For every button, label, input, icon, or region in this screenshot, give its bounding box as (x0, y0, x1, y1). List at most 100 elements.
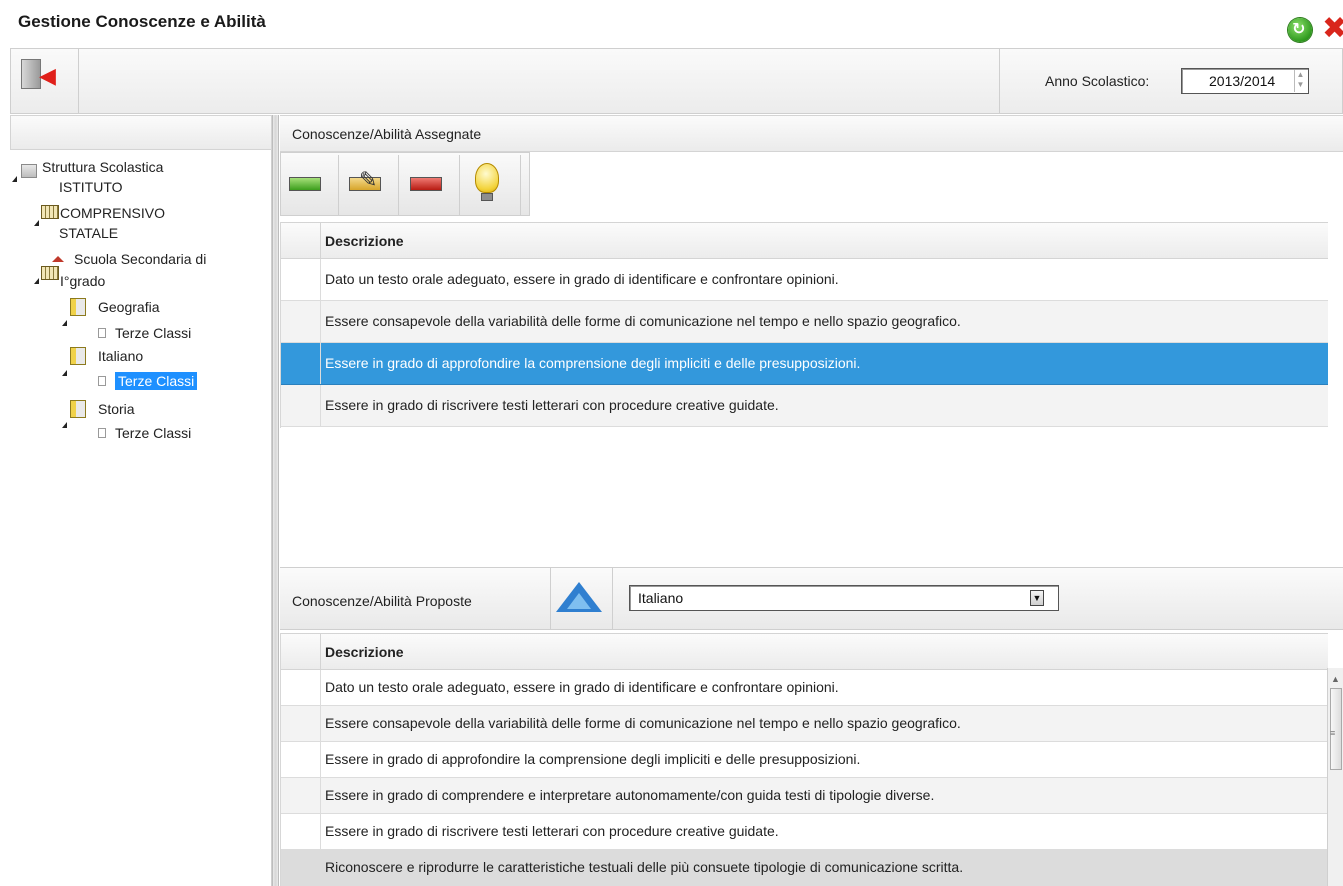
table-row-hover[interactable]: Riconoscere e riprodurre le caratteristi… (281, 850, 1328, 886)
row-selector[interactable] (281, 814, 321, 849)
panel-splitter[interactable] (272, 115, 279, 886)
row-selector[interactable] (281, 259, 321, 300)
table-row[interactable]: Essere in grado di riscrivere testi lett… (281, 814, 1328, 850)
year-label: Anno Scolastico: (1045, 73, 1150, 89)
assigned-header: Conoscenze/Abilità Assegnate (280, 115, 1343, 152)
table-row[interactable]: Essere consapevole della variabilità del… (281, 301, 1328, 343)
school-roof-icon (52, 256, 64, 262)
window-title: Gestione Conoscenze e Abilità (18, 12, 266, 31)
assigned-actions: ✎ (280, 152, 530, 216)
column-descrizione[interactable]: Descrizione (325, 644, 404, 660)
tree-node-subject-geografia[interactable]: Geografia (98, 298, 159, 316)
tree-node-school-line2[interactable]: I°grado (60, 272, 105, 290)
pencil-icon: ✎ (359, 167, 378, 192)
expand-icon[interactable] (12, 176, 17, 182)
table-row[interactable]: Essere in grado di riscrivere testi lett… (281, 385, 1328, 427)
proposed-scrollbar[interactable]: ▲ ≡ (1327, 668, 1343, 886)
tree-node-school-line1[interactable]: Scuola Secondaria di (74, 250, 206, 268)
expand-icon[interactable] (62, 320, 67, 326)
close-icon[interactable]: ✖ (1322, 14, 1343, 44)
scroll-up-icon[interactable]: ▲ (1331, 674, 1340, 684)
add-row-button[interactable] (281, 155, 339, 215)
table-row[interactable]: Essere consapevole della variabilità del… (281, 706, 1328, 742)
add-row-icon (289, 177, 321, 191)
lightbulb-base (481, 193, 493, 201)
proposed-toolbar: Conoscenze/Abilità Proposte Italiano ▼ (280, 567, 1343, 630)
subject-book-icon (70, 298, 86, 316)
toolbar-divider (550, 568, 551, 630)
table-row[interactable]: Essere in grado di comprendere e interpr… (281, 778, 1328, 814)
expand-icon[interactable] (62, 422, 67, 428)
table-row[interactable]: Dato un testo orale adeguato, essere in … (281, 670, 1328, 706)
expand-icon[interactable] (62, 370, 67, 376)
row-selector[interactable] (281, 778, 321, 813)
subject-book-icon (70, 347, 86, 365)
suggest-button[interactable] (463, 155, 521, 215)
year-value: 2013/2014 (1209, 73, 1276, 89)
proposed-grid-header: Descrizione (281, 633, 1328, 670)
subject-select[interactable]: Italiano ▼ (629, 585, 1059, 611)
exit-arrow-icon: ◀ (39, 63, 56, 88)
chevron-down-icon[interactable]: ▼ (1030, 590, 1044, 606)
grip-icon: ≡ (1330, 728, 1336, 738)
edit-row-button[interactable]: ✎ (341, 155, 399, 215)
tree-node-institute-line1[interactable]: ISTITUTO (59, 178, 123, 196)
exit-button[interactable]: ◀ (11, 49, 79, 113)
subject-book-icon (70, 400, 86, 418)
assigned-grid-header: Descrizione (281, 222, 1328, 259)
row-description: Essere consapevole della variabilità del… (325, 715, 961, 731)
row-selector[interactable] (281, 343, 321, 384)
expand-icon[interactable] (34, 220, 39, 226)
delete-row-icon (410, 177, 442, 191)
tree-node-subject-italiano[interactable]: Italiano (98, 347, 143, 365)
toolbar-divider (999, 49, 1000, 113)
school-structure-icon (21, 164, 37, 178)
tree-node-institute-line3[interactable]: STATALE (59, 224, 118, 242)
row-description: Essere in grado di approfondire la compr… (325, 751, 861, 767)
row-header-cell (281, 634, 321, 669)
table-row[interactable]: Dato un testo orale adeguato, essere in … (281, 259, 1328, 301)
row-selector[interactable] (281, 385, 321, 426)
school-icon (41, 266, 59, 280)
tree-node-class[interactable]: Terze Classi (115, 424, 191, 442)
tree-node-class-selected[interactable]: Terze Classi (115, 372, 198, 390)
tree-node-root[interactable]: Struttura Scolastica (42, 158, 163, 176)
row-selector[interactable] (281, 301, 321, 342)
tree-node-institute-line2[interactable]: COMPRENSIVO (60, 204, 165, 222)
main-toolbar: ◀ Anno Scolastico: 2013/2014 ▲ ▼ (10, 48, 1343, 114)
page-icon (98, 428, 106, 438)
assigned-grid: Descrizione Dato un testo orale adeguato… (280, 222, 1328, 428)
column-descrizione[interactable]: Descrizione (325, 233, 404, 249)
subject-select-value: Italiano (638, 590, 684, 606)
tree-node-class[interactable]: Terze Classi (115, 324, 191, 342)
proposed-grid: Descrizione Dato un testo orale adeguato… (280, 633, 1328, 886)
door-icon (21, 59, 41, 89)
expand-icon[interactable] (34, 278, 39, 284)
title-bar: Gestione Conoscenze e Abilità ✖ (0, 0, 1343, 48)
row-description: Essere consapevole della variabilità del… (325, 313, 961, 329)
row-description: Essere in grado di comprendere e interpr… (325, 787, 935, 803)
row-header-cell (281, 223, 321, 258)
table-row[interactable]: Essere in grado di approfondire la compr… (281, 742, 1328, 778)
tree-header (10, 115, 272, 150)
delete-row-button[interactable] (402, 155, 460, 215)
row-selector[interactable] (281, 742, 321, 777)
institute-icon (41, 205, 59, 219)
row-description: Dato un testo orale adeguato, essere in … (325, 271, 839, 287)
tree-node-subject-storia[interactable]: Storia (98, 400, 135, 418)
row-selector[interactable] (281, 850, 321, 885)
move-up-icon-highlight (567, 593, 591, 609)
school-tree: Struttura Scolastica ISTITUTO COMPRENSIV… (10, 150, 272, 886)
row-description: Essere in grado di riscrivere testi lett… (325, 397, 779, 413)
row-description: Riconoscere e riprodurre le caratteristi… (325, 859, 964, 875)
row-description: Dato un testo orale adeguato, essere in … (325, 679, 839, 695)
year-spinner[interactable]: ▲ ▼ (1294, 70, 1306, 92)
row-selector[interactable] (281, 706, 321, 741)
row-selector[interactable] (281, 670, 321, 705)
lightbulb-icon (475, 163, 499, 193)
refresh-icon[interactable] (1288, 18, 1312, 42)
assigned-title: Conoscenze/Abilità Assegnate (292, 126, 482, 142)
row-description: Essere in grado di riscrivere testi lett… (325, 823, 779, 839)
row-description: Essere in grado di approfondire la compr… (325, 355, 861, 371)
table-row-selected[interactable]: Essere in grado di approfondire la compr… (281, 343, 1328, 385)
